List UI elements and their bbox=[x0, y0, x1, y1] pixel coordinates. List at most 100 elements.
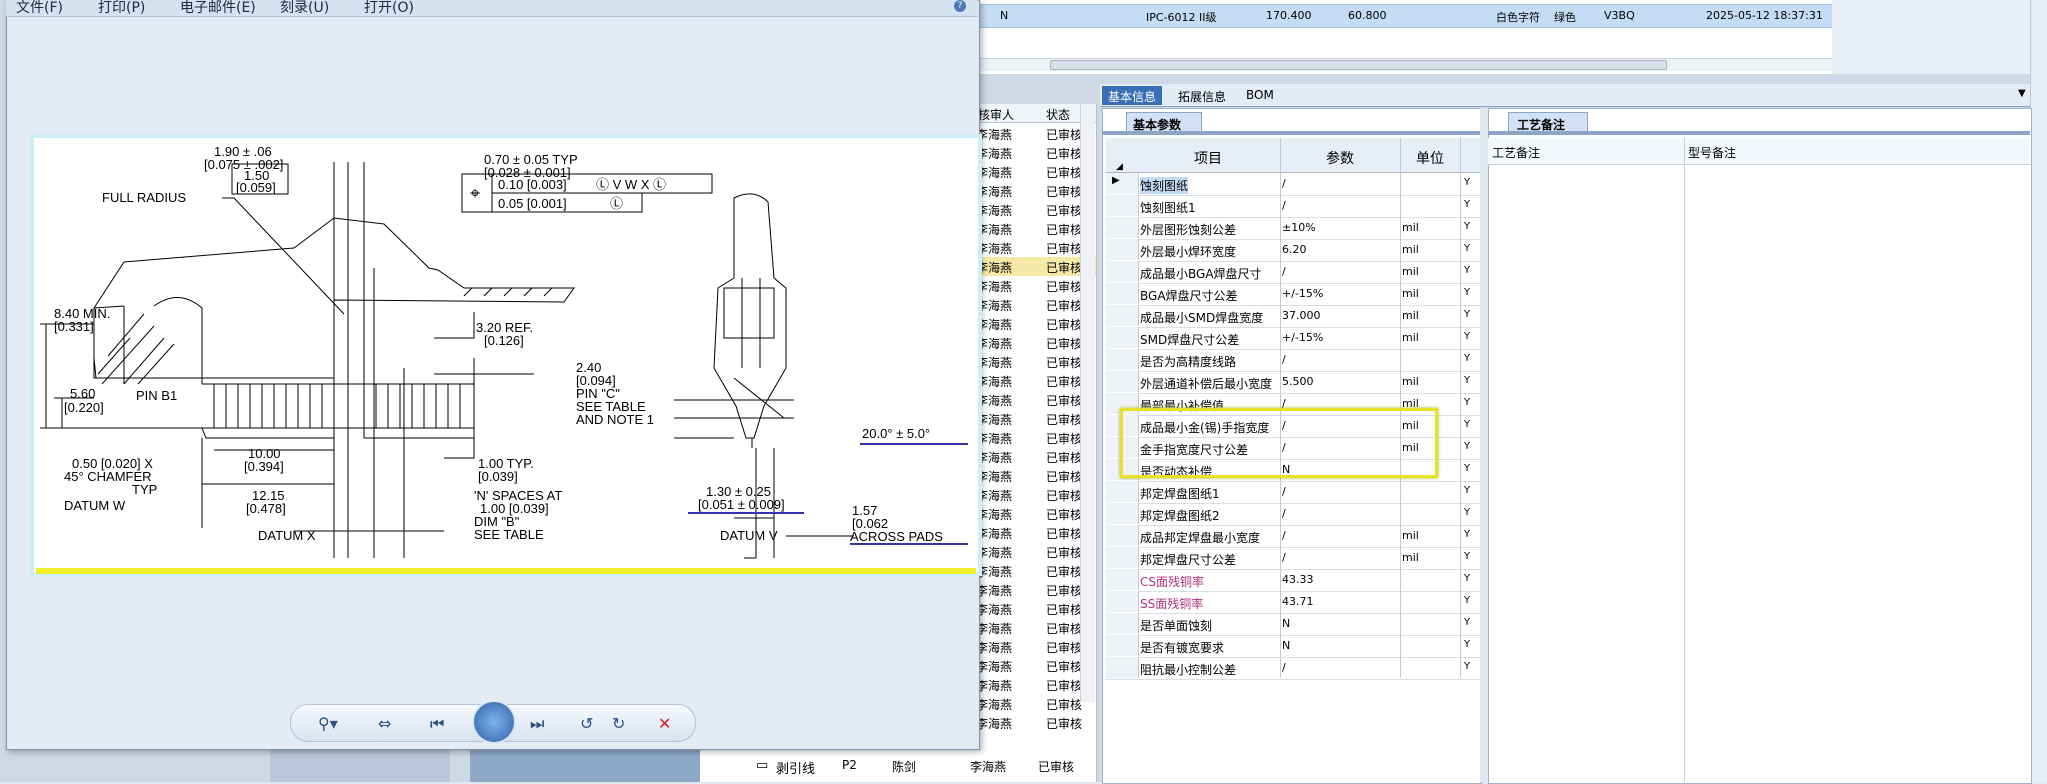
panel-splitter[interactable] bbox=[1480, 108, 1488, 782]
params-row[interactable]: SMD焊盘尺寸公差 +/-15% mil Y bbox=[1106, 327, 1480, 350]
list-item[interactable]: 李海燕 已审核 bbox=[976, 523, 1096, 542]
list-item[interactable]: 李海燕 已审核 bbox=[976, 580, 1096, 599]
vertical-scrollbar[interactable] bbox=[2030, 0, 2047, 782]
params-row[interactable]: SS面残铜率 43.71 Y bbox=[1106, 591, 1480, 614]
param-value[interactable]: +/-15% bbox=[1282, 287, 1323, 300]
tree-item-label[interactable]: 剥引线 bbox=[776, 758, 815, 777]
list-item[interactable]: 李海燕 已审核 bbox=[976, 656, 1096, 675]
params-row[interactable]: 邦定焊盘图纸2 / Y bbox=[1106, 503, 1480, 526]
col-header-param[interactable]: 参数 bbox=[1326, 148, 1354, 168]
delete-icon[interactable]: ✕ bbox=[658, 714, 671, 733]
list-item[interactable]: 李海燕 已审核 bbox=[976, 181, 1096, 200]
col-header-unit[interactable]: 单位 bbox=[1416, 148, 1444, 168]
slideshow-icon[interactable] bbox=[472, 700, 516, 744]
param-value[interactable]: / bbox=[1282, 265, 1286, 278]
params-row[interactable]: 是否单面蚀刻 N Y bbox=[1106, 613, 1480, 636]
param-value[interactable]: +/-15% bbox=[1282, 331, 1323, 344]
param-value[interactable]: / bbox=[1282, 199, 1286, 212]
menu-burn[interactable]: 刻录(U) bbox=[280, 0, 329, 17]
list-item[interactable]: 李海燕 已审核 bbox=[976, 219, 1096, 238]
menu-open[interactable]: 打开(O) bbox=[364, 0, 414, 17]
params-row[interactable]: 外层最小焊环宽度 6.20 mil Y bbox=[1106, 239, 1480, 262]
menu-email[interactable]: 电子邮件(E) bbox=[180, 0, 256, 17]
tab-craft-notes[interactable]: 工艺备注 bbox=[1508, 112, 1588, 132]
list-item[interactable]: 李海燕 已审核 bbox=[976, 694, 1096, 713]
list-item[interactable]: 李海燕 已审核 bbox=[976, 143, 1096, 162]
param-value[interactable]: 43.71 bbox=[1282, 595, 1314, 608]
rotate-left-icon[interactable]: ↺ bbox=[580, 714, 593, 733]
tab-bom[interactable]: BOM bbox=[1240, 86, 1280, 105]
list-item[interactable]: 李海燕 已审核 bbox=[976, 333, 1096, 352]
list-scrollbar[interactable] bbox=[1080, 104, 1095, 702]
scrollbar-thumb[interactable] bbox=[1050, 60, 1667, 70]
next-icon[interactable]: ⏭ bbox=[530, 714, 544, 734]
tab-extended-info[interactable]: 拓展信息 bbox=[1172, 86, 1232, 105]
param-value[interactable]: / bbox=[1282, 507, 1286, 520]
list-item[interactable]: 李海燕 已审核 bbox=[976, 675, 1096, 694]
list-item[interactable]: 李海燕 已审核 bbox=[976, 504, 1096, 523]
list-item[interactable]: 李海燕 已审核 bbox=[976, 599, 1096, 618]
list-item[interactable]: 李海燕 已审核 bbox=[976, 124, 1096, 143]
params-row[interactable]: 邦定焊盘图纸1 / Y bbox=[1106, 481, 1480, 504]
param-value[interactable]: N bbox=[1282, 617, 1290, 630]
help-icon[interactable]: ? bbox=[954, 0, 966, 12]
rotate-right-icon[interactable]: ↻ bbox=[612, 714, 625, 733]
fit-icon[interactable]: ⇔ bbox=[378, 714, 391, 733]
list-item[interactable]: 李海燕 已审核 bbox=[976, 542, 1096, 561]
list-item[interactable]: 李海燕 已审核 bbox=[976, 466, 1096, 485]
list-item[interactable]: 李海燕 已审核 bbox=[976, 713, 1096, 732]
list-item[interactable]: 李海燕 已审核 bbox=[976, 352, 1096, 371]
zoom-icon[interactable]: ⚲▾ bbox=[318, 714, 338, 733]
list-item[interactable]: 李海燕 已审核 bbox=[976, 371, 1096, 390]
tab-basic-info[interactable]: 基本信息 bbox=[1102, 86, 1163, 105]
menu-print[interactable]: 打印(P) bbox=[98, 0, 145, 17]
params-row[interactable]: ▶ 蚀刻图纸 / Y bbox=[1106, 173, 1480, 196]
param-value[interactable]: / bbox=[1282, 353, 1286, 366]
params-row[interactable]: 是否为高精度线路 / Y bbox=[1106, 349, 1480, 372]
list-item[interactable]: 李海燕 已审核 bbox=[976, 618, 1096, 637]
col-header-craft-note[interactable]: 工艺备注 bbox=[1492, 144, 1540, 161]
param-value[interactable]: / bbox=[1282, 551, 1286, 564]
menu-file[interactable]: 文件(F) bbox=[16, 0, 63, 17]
list-item[interactable]: 李海燕 已审核 bbox=[976, 428, 1096, 447]
col-header-status[interactable]: 状态 bbox=[1046, 106, 1070, 123]
col-header-item[interactable]: 项目 bbox=[1194, 148, 1222, 168]
chevron-down-icon[interactable]: ▼ bbox=[2018, 88, 2026, 99]
params-row[interactable]: 成品最小SMD焊盘宽度 37.000 mil Y bbox=[1106, 305, 1480, 328]
list-item[interactable]: 李海燕 已审核 bbox=[976, 390, 1096, 409]
list-item[interactable]: 李海燕 已审核 bbox=[976, 447, 1096, 466]
params-row[interactable]: BGA焊盘尺寸公差 +/-15% mil Y bbox=[1106, 283, 1480, 306]
list-item[interactable]: 李海燕 已审核 bbox=[976, 561, 1096, 580]
params-row[interactable]: 蚀刻图纸1 / Y bbox=[1106, 195, 1480, 218]
list-item[interactable]: 李海燕 已审核 bbox=[976, 238, 1096, 257]
list-item[interactable]: 李海燕 已审核 bbox=[976, 295, 1096, 314]
param-value[interactable]: 5.500 bbox=[1282, 375, 1314, 388]
params-row[interactable]: 成品最小BGA焊盘尺寸 / mil Y bbox=[1106, 261, 1480, 284]
param-value[interactable]: 6.20 bbox=[1282, 243, 1307, 256]
list-item[interactable]: 李海燕 已审核 bbox=[976, 314, 1096, 333]
param-value[interactable]: / bbox=[1282, 661, 1286, 674]
param-value[interactable]: / bbox=[1282, 529, 1286, 542]
previous-icon[interactable]: ⏮ bbox=[430, 714, 444, 734]
param-value[interactable]: N bbox=[1282, 639, 1290, 652]
param-value[interactable]: / bbox=[1282, 177, 1286, 190]
list-item[interactable]: 李海燕 已审核 bbox=[976, 162, 1096, 181]
param-value[interactable]: ±10% bbox=[1282, 221, 1316, 234]
params-row[interactable]: 阻抗最小控制公差 / Y bbox=[1106, 657, 1480, 680]
params-row[interactable]: 成品邦定焊盘最小宽度 / mil Y bbox=[1106, 525, 1480, 548]
param-value[interactable]: / bbox=[1282, 485, 1286, 498]
params-row[interactable]: 是否有镀宽要求 N Y bbox=[1106, 635, 1480, 658]
list-item[interactable]: 李海燕 已审核 bbox=[976, 257, 1096, 276]
top-grid-selected-row[interactable]: N IPC-6012 II级 170.400 60.800 白色字符 绿色 V3… bbox=[976, 4, 1832, 28]
list-item[interactable]: 李海燕 已审核 bbox=[976, 637, 1096, 656]
list-item[interactable]: 李海燕 已审核 bbox=[976, 409, 1096, 428]
param-value[interactable]: 43.33 bbox=[1282, 573, 1314, 586]
col-header-model-note[interactable]: 型号备注 bbox=[1688, 144, 1736, 161]
params-row[interactable]: 邦定焊盘尺寸公差 / mil Y bbox=[1106, 547, 1480, 570]
col-header-reviewer[interactable]: 核审人 bbox=[978, 106, 1014, 123]
param-value[interactable]: 37.000 bbox=[1282, 309, 1321, 322]
list-item[interactable]: 李海燕 已审核 bbox=[976, 485, 1096, 504]
params-row[interactable]: 外层通道补偿后最小宽度 5.500 mil Y bbox=[1106, 371, 1480, 394]
params-row[interactable]: CS面残铜率 43.33 Y bbox=[1106, 569, 1480, 592]
list-item[interactable]: 李海燕 已审核 bbox=[976, 276, 1096, 295]
